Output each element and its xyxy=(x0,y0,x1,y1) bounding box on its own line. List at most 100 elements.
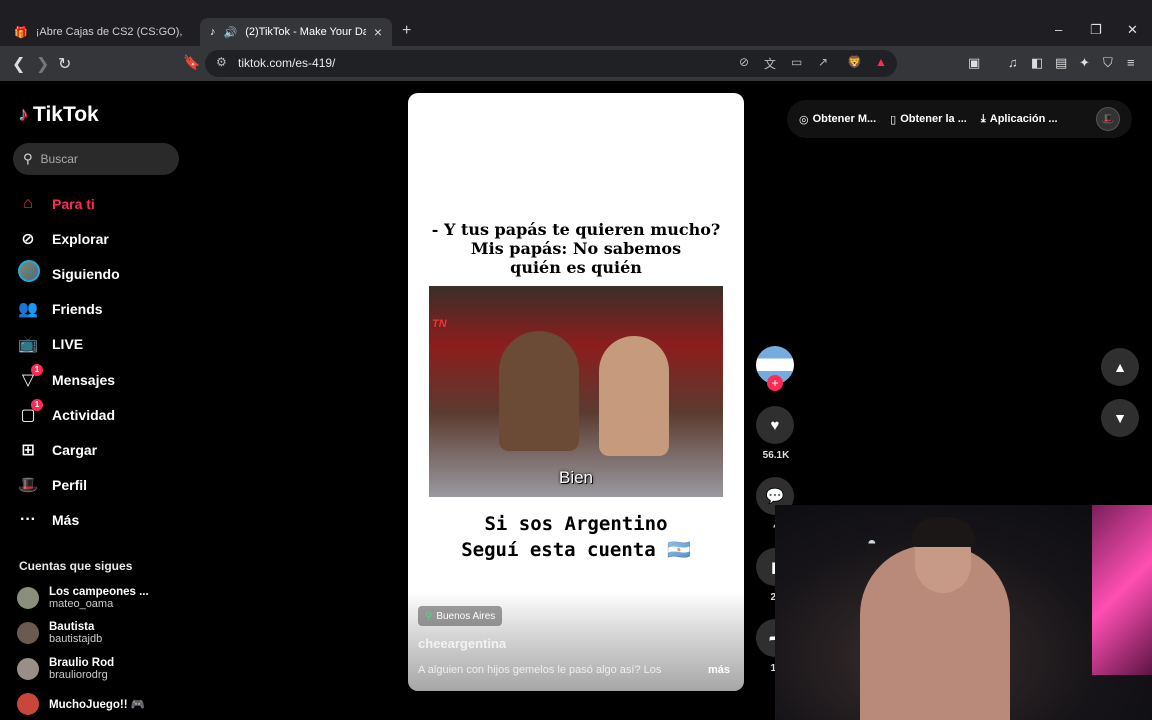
account-name: Braulio Rod xyxy=(49,656,115,669)
site-settings-icon[interactable]: ⚙ xyxy=(216,55,227,69)
back-button[interactable]: ❮ xyxy=(12,54,25,74)
restore-button[interactable]: ❐ xyxy=(1090,22,1102,38)
nav-label: Mensajes xyxy=(52,371,116,388)
nav-explorar[interactable]: ⊘ Explorar xyxy=(18,221,178,256)
speaker-icon: 🔊 xyxy=(223,26,238,39)
following-list: Los campeones ... mateo_oama Bautista baut… xyxy=(17,580,187,720)
forward-button[interactable]: ❯ xyxy=(36,54,49,74)
new-tab-button[interactable]: + xyxy=(402,22,411,40)
like-button[interactable]: ♥ xyxy=(756,406,794,444)
minimize-button[interactable]: – xyxy=(1055,22,1062,37)
messages-icon: ▽ 1 xyxy=(18,363,43,390)
leo-ai-icon[interactable]: ✦ xyxy=(1079,55,1090,71)
nav-live[interactable]: 📺 LIVE xyxy=(18,327,178,362)
tab-title: (2)TikTok - Make Your Day xyxy=(245,26,366,38)
music-icon[interactable]: ♫ xyxy=(1008,55,1018,70)
account-name: Bautista xyxy=(49,621,95,634)
nav-cargar[interactable]: ⊞ Cargar xyxy=(18,432,178,467)
previous-video-button[interactable]: ▲ xyxy=(1101,348,1139,386)
location-tag[interactable]: ⚲ Buenos Aires xyxy=(418,606,503,626)
menu-icon[interactable]: ≡ xyxy=(1127,55,1135,70)
creator-avatar[interactable]: + xyxy=(756,346,794,391)
headline-line: quién es quién xyxy=(510,258,642,277)
close-window-button[interactable]: ✕ xyxy=(1127,22,1138,38)
nav-label: Perfil xyxy=(52,477,88,494)
tab-cs2-cases[interactable]: 🎁 ¡Abre Cajas de CS2 (CS:GO), Gana Ski xyxy=(4,18,196,46)
nav-perfil[interactable]: 🎩 Perfil xyxy=(18,468,178,503)
nav-label: LIVE xyxy=(52,336,84,353)
follow-plus-icon[interactable]: + xyxy=(767,375,783,391)
nav-label: Explorar xyxy=(52,230,109,247)
brave-rewards-icon[interactable]: ▲ xyxy=(875,55,887,69)
get-app-button[interactable]: ▯ Obtener la ... xyxy=(890,113,967,126)
profile-avatar[interactable]: 🎩 xyxy=(1096,107,1120,131)
list-item[interactable]: MuchoJuego!! 🎮 xyxy=(17,687,187,720)
button-label: Obtener la ... xyxy=(900,113,967,125)
tracking-off-icon[interactable]: ⊘ xyxy=(739,55,749,69)
brave-shield-icon[interactable]: 🦁 xyxy=(847,55,862,69)
nav-para-ti[interactable]: ⌂ Para ti xyxy=(18,186,178,221)
url-text[interactable]: tiktok.com/es-419/ xyxy=(238,56,335,70)
sidebar-icon[interactable]: ◧ xyxy=(1031,55,1043,71)
more-icon: ··· xyxy=(20,511,36,529)
video-headline: - Y tus papás te quieren mucho? Mis papá… xyxy=(408,220,744,277)
phone-icon: ▯ xyxy=(890,113,897,126)
video-username[interactable]: cheeargentina xyxy=(418,636,506,651)
download-icon: ⤓ xyxy=(980,112,986,125)
nav-label: Friends xyxy=(52,301,103,318)
tiktok-logo[interactable]: ♪ TikTok xyxy=(19,103,99,127)
heart-icon: ♥ xyxy=(770,416,780,434)
list-item[interactable]: Los campeones ... mateo_oama xyxy=(17,580,187,616)
avatar xyxy=(17,693,39,716)
nav-siguiendo[interactable]: Siguiendo xyxy=(18,256,178,291)
chevron-down-icon: ▼ xyxy=(1113,410,1127,426)
compass-icon: ⊘ xyxy=(21,230,35,248)
reload-button[interactable]: ↻ xyxy=(58,54,71,74)
cta-line: Si sos Argentino xyxy=(484,513,668,535)
get-coins-button[interactable]: ◎ Obtener M... xyxy=(799,113,876,126)
tn-logo: TN xyxy=(432,318,447,330)
desktop-app-button[interactable]: ⤓ Aplicación ... xyxy=(981,113,1058,126)
wallet-icon[interactable]: ▤ xyxy=(1055,55,1067,71)
search-box[interactable]: ⚲ xyxy=(13,143,179,175)
video-cta: Si sos Argentino Seguí esta cuenta 🇦🇷 xyxy=(408,511,744,563)
nav-actividad[interactable]: ▢ 1 Actividad xyxy=(18,397,178,432)
bookmark-icon[interactable]: 🔖 xyxy=(183,54,200,71)
address-bar[interactable]: ⚙ tiktok.com/es-419/ ⊘ 文 ▭ ↗ 🦁 ▲ xyxy=(205,50,897,77)
nav-label: Siguiendo xyxy=(52,265,120,282)
tab-tiktok[interactable]: ♪ 🔊 (2)TikTok - Make Your Day × xyxy=(200,18,392,46)
upload-icon: ⊞ xyxy=(21,441,35,459)
side-nav: ⌂ Para ti ⊘ Explorar Siguiendo 👥 Friends… xyxy=(18,186,178,538)
video-player[interactable]: - Y tus papás te quieren mucho? Mis papá… xyxy=(408,93,744,691)
vpn-icon[interactable]: ⛉ xyxy=(1103,55,1113,71)
notification-badge: 1 xyxy=(31,363,43,376)
screenshot-icon[interactable]: ▣ xyxy=(968,55,980,71)
next-video-button[interactable]: ▼ xyxy=(1101,399,1139,437)
avatar xyxy=(17,622,39,645)
nav-friends[interactable]: 👥 Friends xyxy=(18,292,178,327)
coin-icon: ◎ xyxy=(799,113,809,126)
account-user: bautistajdb xyxy=(49,633,103,646)
nav-mensajes[interactable]: ▽ 1 Mensajes xyxy=(18,362,178,397)
notification-badge: 1 xyxy=(31,398,43,411)
translate-icon[interactable]: 文 xyxy=(764,55,776,72)
friends-icon: 👥 xyxy=(18,301,38,319)
tiktok-note-icon: ♪ xyxy=(19,103,29,126)
close-tab-icon[interactable]: × xyxy=(374,24,382,40)
share-icon[interactable]: ↗ xyxy=(818,55,828,69)
cast-icon[interactable]: ▭ xyxy=(791,55,802,69)
video-photo: TN Bien xyxy=(429,286,723,497)
nav-mas[interactable]: ··· Más xyxy=(18,503,178,538)
nav-label: Para ti xyxy=(52,195,95,212)
location-icon: ⚲ xyxy=(425,610,433,622)
window-light xyxy=(1092,505,1152,675)
list-item[interactable]: Braulio Rod brauliorodrg xyxy=(17,651,187,687)
list-item[interactable]: Bautista bautistajdb xyxy=(17,616,187,652)
headline-line: - Y tus papás te quieren mucho? xyxy=(431,220,721,239)
headline-line: Mis papás: No sabemos xyxy=(470,239,682,258)
search-input[interactable] xyxy=(40,152,161,166)
avatar xyxy=(17,657,39,680)
streamer-hair xyxy=(911,517,975,547)
following-title: Cuentas que sigues xyxy=(19,559,133,573)
more-link[interactable]: más xyxy=(708,664,730,676)
